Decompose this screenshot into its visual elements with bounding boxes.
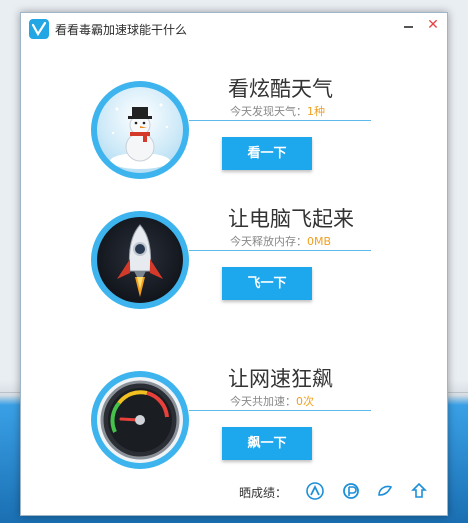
snowman-icon	[97, 87, 183, 173]
rocket-icon	[97, 217, 183, 303]
feature-subtitle: 今天释放内存：0MB	[230, 233, 331, 249]
share-label: 晒成绩：	[239, 486, 288, 500]
share-icon-1[interactable]	[305, 481, 325, 501]
speed-ball-window: 看看毒霸加速球能干什么 ✕ 看炫酷天气 今天发现天气：1种 看一下 让电脑飞起来…	[20, 12, 448, 516]
speedometer-icon	[97, 377, 183, 463]
feature-subtitle: 今天发现天气：1种	[230, 103, 325, 119]
feature-divider	[189, 250, 371, 251]
window-title: 看看毒霸加速球能干什么	[55, 23, 188, 37]
feature-title: 看炫酷天气	[228, 77, 333, 101]
boost-button[interactable]: 飙一下	[222, 427, 312, 460]
share-icon-2[interactable]	[341, 481, 361, 501]
sub-value: 0次	[296, 395, 314, 408]
minimize-button[interactable]	[402, 19, 416, 33]
feature-divider	[189, 120, 371, 121]
weather-circle	[91, 81, 189, 179]
close-button[interactable]: ✕	[425, 16, 441, 34]
memory-circle	[91, 211, 189, 309]
sub-label: 今天释放内存：	[230, 235, 307, 248]
feature-weather: 看炫酷天气 今天发现天气：1种 看一下	[21, 73, 447, 223]
feature-divider	[189, 410, 371, 411]
feature-title: 让网速狂飙	[228, 367, 333, 391]
feature-memory: 让电脑飞起来 今天释放内存：0MB 飞一下	[21, 203, 447, 353]
look-button[interactable]: 看一下	[222, 137, 312, 170]
share-icon-3[interactable]	[375, 481, 395, 501]
sub-value: 0MB	[307, 235, 332, 248]
share-icon-4[interactable]	[409, 481, 429, 501]
feature-subtitle: 今天共加速：0次	[230, 393, 314, 409]
network-circle	[91, 371, 189, 469]
feature-title: 让电脑飞起来	[228, 207, 354, 231]
fly-button[interactable]: 飞一下	[222, 267, 312, 300]
sub-label: 今天共加速：	[230, 395, 296, 408]
minimize-icon	[404, 26, 413, 28]
sub-value: 1种	[307, 105, 325, 118]
sub-label: 今天发现天气：	[230, 105, 307, 118]
title-bar[interactable]: 看看毒霸加速球能干什么 ✕	[21, 13, 447, 43]
app-logo-icon	[29, 19, 49, 39]
